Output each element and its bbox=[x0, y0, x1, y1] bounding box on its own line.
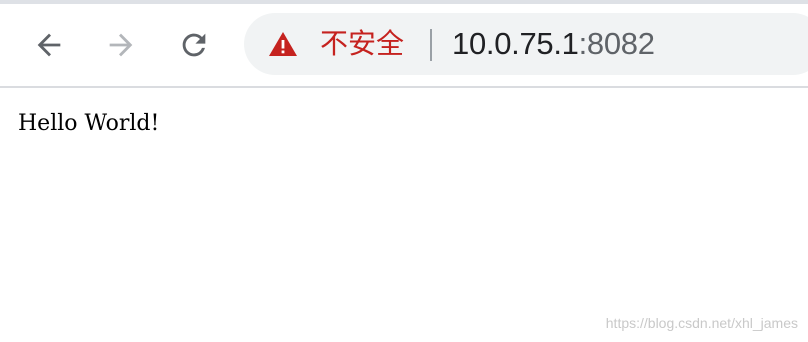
page-body-text: Hello World! bbox=[18, 111, 160, 136]
url-port: :8082 bbox=[578, 26, 655, 61]
url-host: 10.0.75.1 bbox=[452, 26, 579, 61]
forward-arrow-icon bbox=[109, 33, 133, 57]
address-separator bbox=[430, 29, 432, 61]
address-bar[interactable]: 不安全 10.0.75.1:8082 bbox=[244, 13, 808, 75]
page-content: Hello World! https://blog.csdn.net/xhl_j… bbox=[0, 88, 808, 342]
back-arrow-icon bbox=[37, 33, 61, 57]
url-text[interactable]: 10.0.75.1:8082 bbox=[452, 25, 655, 63]
watermark-text: https://blog.csdn.net/xhl_james bbox=[605, 315, 798, 331]
browser-toolbar: 不安全 10.0.75.1:8082 bbox=[0, 4, 808, 88]
browser-window: 不安全 10.0.75.1:8082 Hello World! https://… bbox=[0, 0, 808, 342]
not-secure-label[interactable]: 不安全 bbox=[320, 25, 404, 63]
warning-triangle-icon[interactable] bbox=[268, 31, 298, 57]
reload-icon bbox=[182, 33, 206, 57]
forward-button[interactable] bbox=[98, 22, 144, 68]
reload-button[interactable] bbox=[171, 22, 217, 68]
back-button[interactable] bbox=[26, 22, 72, 68]
